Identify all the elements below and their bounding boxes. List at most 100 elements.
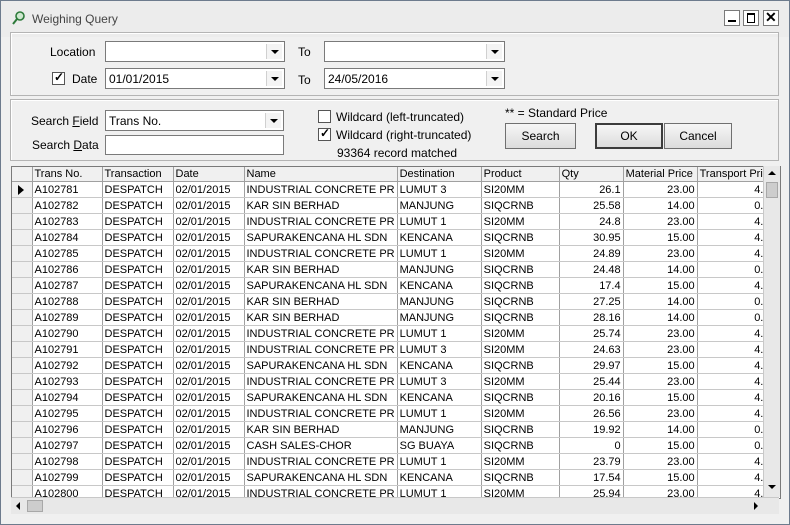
table-cell[interactable]: SIQCRNB (481, 261, 560, 278)
table-cell[interactable]: INDUSTRIAL CONCRETE PR (244, 325, 398, 342)
scroll-right-icon[interactable] (748, 498, 763, 513)
table-cell[interactable]: 23.00 (623, 405, 698, 422)
table-cell[interactable]: DESPATCH (102, 245, 174, 262)
table-cell[interactable]: 25.58 (559, 197, 624, 214)
column-header[interactable]: Qty (559, 167, 624, 182)
table-row[interactable]: A102792 DESPATCH 02/01/2015 SAPURAKENCANA H… (12, 357, 779, 374)
table-row[interactable]: A102788 DESPATCH 02/01/2015 KAR SIN BERHAD M… (12, 293, 779, 310)
table-cell[interactable]: INDUSTRIAL CONCRETE PR (244, 181, 398, 198)
search-button[interactable]: Search (505, 123, 576, 149)
table-cell[interactable]: 23.00 (623, 325, 698, 342)
table-cell[interactable]: A102798 (32, 453, 103, 470)
horizontal-scroll-thumb[interactable] (27, 500, 43, 512)
table-cell[interactable]: 02/01/2015 (173, 405, 245, 422)
chevron-down-icon[interactable] (265, 113, 281, 128)
table-cell[interactable]: 02/01/2015 (173, 421, 245, 438)
vertical-scrollbar[interactable] (763, 166, 780, 497)
row-indicator[interactable] (12, 469, 33, 486)
table-cell[interactable]: 23.00 (623, 341, 698, 358)
table-cell[interactable]: 23.79 (559, 453, 624, 470)
table-cell[interactable]: DESPATCH (102, 421, 174, 438)
table-cell[interactable]: 02/01/2015 (173, 181, 245, 198)
column-header[interactable]: Trans No. (32, 167, 103, 182)
table-cell[interactable]: DESPATCH (102, 277, 174, 294)
table-cell[interactable]: SAPURAKENCANA HL SDN (244, 389, 398, 406)
table-cell[interactable]: A102793 (32, 373, 103, 390)
wildcard-right-checkbox[interactable] (318, 126, 331, 141)
table-cell[interactable]: 02/01/2015 (173, 357, 245, 374)
table-cell[interactable]: A102790 (32, 325, 103, 342)
row-indicator[interactable] (12, 277, 33, 294)
table-row[interactable]: A102794 DESPATCH 02/01/2015 SAPURAKENCANA H… (12, 389, 779, 406)
table-cell[interactable]: A102797 (32, 437, 103, 454)
table-cell[interactable]: 24.89 (559, 245, 624, 262)
table-cell[interactable]: A102788 (32, 293, 103, 310)
date-to-combo[interactable]: 24/05/2016 (324, 68, 505, 89)
table-cell[interactable]: 24.63 (559, 341, 624, 358)
table-cell[interactable]: SI20MM (481, 341, 560, 358)
column-header[interactable]: Transaction (102, 167, 174, 182)
table-cell[interactable]: 02/01/2015 (173, 373, 245, 390)
table-row[interactable]: A102791 DESPATCH 02/01/2015 INDUSTRIAL CONC… (12, 341, 779, 358)
table-cell[interactable]: LUMUT 1 (397, 405, 482, 422)
table-row[interactable]: A102795 DESPATCH 02/01/2015 INDUSTRIAL CONC… (12, 405, 779, 422)
table-cell[interactable]: SIQCRNB (481, 309, 560, 326)
table-cell[interactable]: 14.00 (623, 293, 698, 310)
table-cell[interactable]: 02/01/2015 (173, 309, 245, 326)
row-indicator[interactable] (12, 245, 33, 262)
horizontal-scrollbar[interactable] (11, 497, 779, 514)
table-cell[interactable]: INDUSTRIAL CONCRETE PR (244, 453, 398, 470)
table-cell[interactable]: A102799 (32, 469, 103, 486)
table-cell[interactable]: DESPATCH (102, 261, 174, 278)
table-cell[interactable]: INDUSTRIAL CONCRETE PR (244, 373, 398, 390)
table-cell[interactable]: A102791 (32, 341, 103, 358)
table-cell[interactable]: A102785 (32, 245, 103, 262)
row-indicator[interactable] (12, 261, 33, 278)
table-cell[interactable]: 28.16 (559, 309, 624, 326)
table-cell[interactable]: 29.97 (559, 357, 624, 374)
table-cell[interactable]: DESPATCH (102, 197, 174, 214)
table-cell[interactable]: KENCANA (397, 389, 482, 406)
table-cell[interactable]: 23.00 (623, 213, 698, 230)
table-cell[interactable]: A102784 (32, 229, 103, 246)
scroll-up-icon[interactable] (764, 166, 779, 181)
location-to-combo[interactable] (324, 41, 505, 62)
table-cell[interactable]: 26.1 (559, 181, 624, 198)
chevron-down-icon[interactable] (486, 71, 502, 86)
row-indicator[interactable] (12, 181, 33, 198)
table-cell[interactable]: KAR SIN BERHAD (244, 197, 398, 214)
table-cell[interactable]: DESPATCH (102, 341, 174, 358)
table-cell[interactable]: 02/01/2015 (173, 325, 245, 342)
ok-button[interactable]: OK (595, 123, 663, 149)
table-cell[interactable]: DESPATCH (102, 213, 174, 230)
table-cell[interactable]: SAPURAKENCANA HL SDN (244, 469, 398, 486)
table-cell[interactable]: 17.4 (559, 277, 624, 294)
column-header[interactable]: Date (173, 167, 245, 182)
table-cell[interactable]: SIQCRNB (481, 421, 560, 438)
column-header[interactable]: Material Price (623, 167, 698, 182)
table-row[interactable]: A102784 DESPATCH 02/01/2015 SAPURAKENCANA H… (12, 229, 779, 246)
table-cell[interactable]: 02/01/2015 (173, 469, 245, 486)
table-cell[interactable]: 23.00 (623, 245, 698, 262)
table-cell[interactable]: SIQCRNB (481, 357, 560, 374)
table-cell[interactable]: 23.00 (623, 453, 698, 470)
table-cell[interactable]: 19.92 (559, 421, 624, 438)
table-cell[interactable]: 17.54 (559, 469, 624, 486)
table-cell[interactable]: LUMUT 1 (397, 453, 482, 470)
row-indicator[interactable] (12, 325, 33, 342)
table-cell[interactable]: 0 (559, 437, 624, 454)
table-cell[interactable]: DESPATCH (102, 469, 174, 486)
table-cell[interactable]: MANJUNG (397, 421, 482, 438)
table-cell[interactable]: SIQCRNB (481, 469, 560, 486)
table-cell[interactable]: SI20MM (481, 373, 560, 390)
table-cell[interactable]: SI20MM (481, 245, 560, 262)
table-cell[interactable]: KAR SIN BERHAD (244, 309, 398, 326)
table-cell[interactable]: SG BUAYA (397, 437, 482, 454)
table-cell[interactable]: INDUSTRIAL CONCRETE PR (244, 213, 398, 230)
minimize-button[interactable] (724, 10, 740, 26)
table-cell[interactable]: 14.00 (623, 421, 698, 438)
table-cell[interactable]: SIQCRNB (481, 277, 560, 294)
chevron-down-icon[interactable] (486, 44, 502, 59)
scroll-left-icon[interactable] (11, 498, 26, 513)
table-cell[interactable]: CASH SALES-CHOR (244, 437, 398, 454)
